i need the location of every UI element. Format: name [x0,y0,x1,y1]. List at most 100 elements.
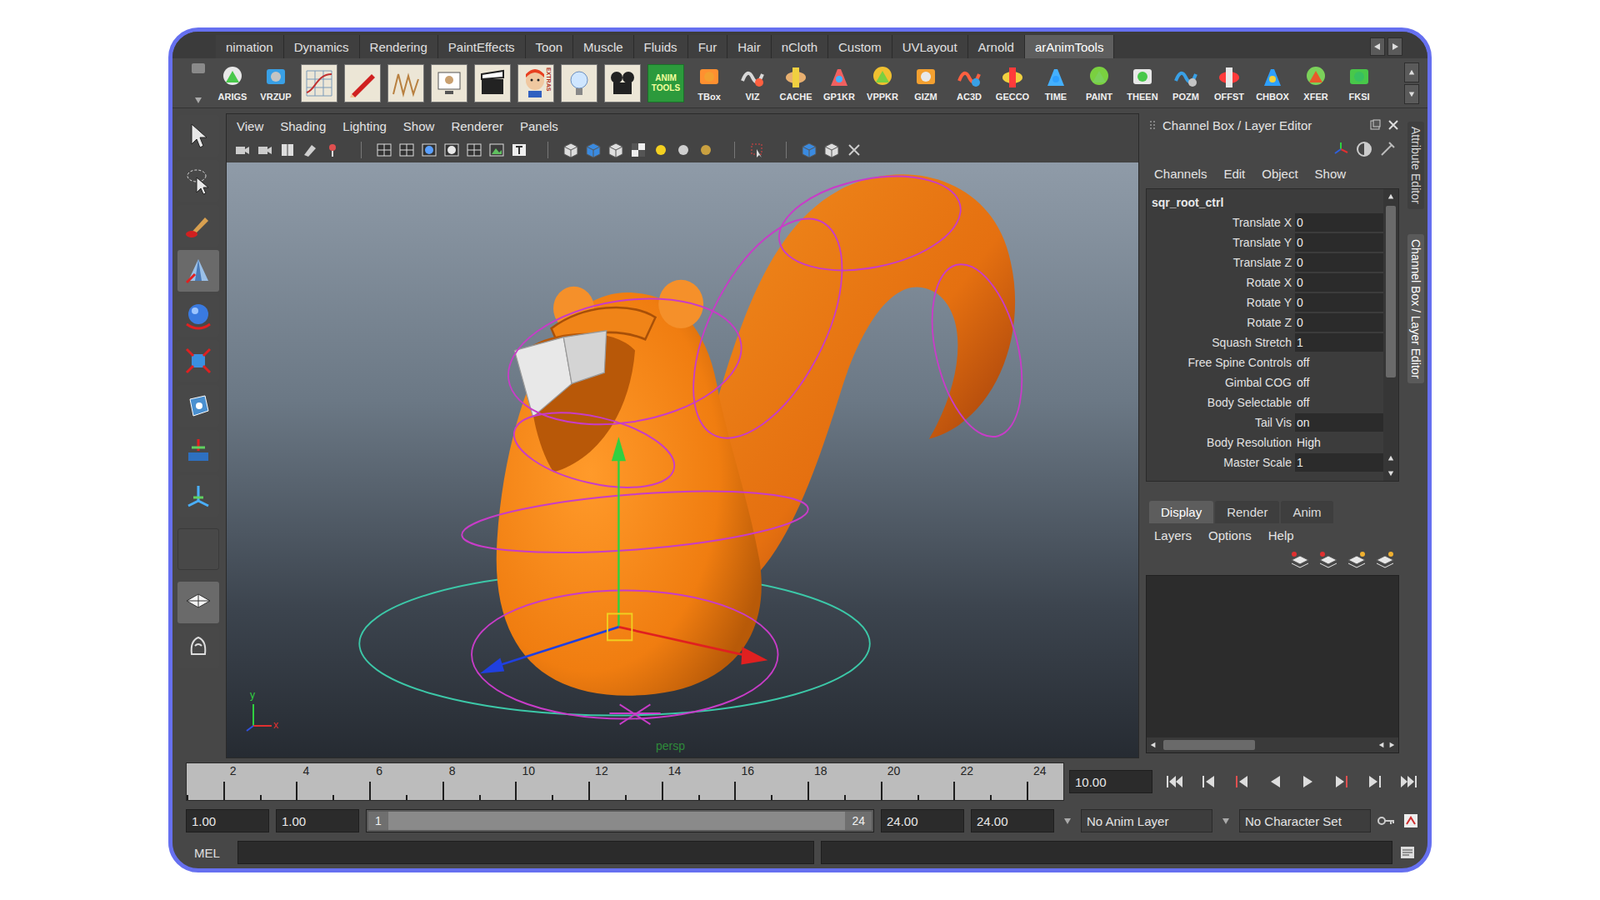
toolbar-button[interactable] [584,140,603,160]
menu-item[interactable]: Help [1268,528,1295,543]
spine-control-curves[interactable] [460,162,1038,725]
attribute-value[interactable]: on [1295,413,1384,432]
attribute-row[interactable]: Translate Z0 [1150,252,1384,273]
character-set-dropdown[interactable] [1219,816,1233,825]
attribute-row[interactable]: Body Selectableoff [1150,392,1384,413]
shelf-tab[interactable]: arAnimTools [1025,35,1115,59]
shelf-tab[interactable]: nimation [215,35,285,59]
attribute-value[interactable]: 0 [1295,253,1384,272]
tool-button[interactable] [177,340,220,382]
tab-scroll-left-button[interactable] [1370,37,1385,56]
attribute-row[interactable]: Free Spine Controlsoff [1150,352,1384,373]
shelf-scroll-down[interactable] [1404,84,1420,105]
shelf-scroll-up[interactable] [1404,62,1420,83]
prevKey-icon[interactable] [1197,772,1220,791]
attribute-row[interactable]: Translate Y0 [1150,232,1384,253]
shelf-tab[interactable]: PaintEffects [438,35,526,59]
tool-button[interactable] [177,626,220,669]
shelf-button[interactable]: GP1KR [819,60,860,107]
preferences-icon[interactable] [1402,812,1420,830]
shelf-button[interactable]: XFER [1295,60,1336,107]
start-icon[interactable] [1164,772,1186,791]
shelf-menu-icon[interactable] [190,62,206,75]
attribute-row[interactable]: Rotate X0 [1150,272,1384,293]
nextFrame-icon[interactable] [1330,772,1353,791]
attribute-row[interactable]: Body ResolutionHigh [1150,432,1384,453]
time-ticks[interactable]: 24681012141618202224 [185,762,1065,801]
shelf-button[interactable] [472,60,513,107]
shelf-button[interactable]: OFFST [1209,60,1250,107]
toolbar-button[interactable] [465,140,484,160]
script-editor-icon[interactable] [1399,844,1416,861]
vertical-scrollbar[interactable] [1383,189,1399,481]
shelf-button[interactable]: GIZM [905,60,946,107]
shelf-button[interactable] [602,60,643,107]
shelf-button[interactable]: CHBOX [1252,60,1293,107]
attribute-value[interactable]: 0 [1295,233,1384,252]
menu-item[interactable]: Channels [1154,166,1207,181]
key-icon[interactable] [1377,815,1396,827]
attribute-value[interactable]: 0 [1295,273,1384,292]
tool-button[interactable] [177,528,220,570]
attribute-row[interactable]: Master Scale1 [1150,452,1384,473]
menu-item[interactable]: Renderer [450,119,504,134]
menu-item[interactable]: Object [1261,166,1298,181]
toolbar-button[interactable] [375,140,394,160]
scroll-up[interactable] [1385,190,1396,203]
toolbar-button[interactable] [300,140,320,160]
shelf-button[interactable]: TBox [689,60,730,107]
squirrel-character[interactable] [226,162,1139,758]
tool-button[interactable] [177,385,220,427]
shelf-tab[interactable]: Rendering [360,35,439,59]
menu-item[interactable]: View [236,119,264,134]
attribute-row[interactable]: Squash Stretch1 [1150,332,1384,353]
tool-button[interactable] [177,115,220,157]
range-start-handle[interactable]: 1 [368,811,389,830]
tool-button[interactable] [177,250,220,292]
toolbar-button[interactable] [420,140,439,160]
current-time-field[interactable]: 10.00 [1069,770,1153,794]
shelf-tab[interactable]: Muscle [573,35,635,59]
menu-item[interactable]: Edit [1223,166,1245,181]
shelf-button[interactable]: POZM [1165,60,1206,107]
menu-item[interactable]: Shading [280,119,326,134]
speed-icon[interactable] [1355,140,1373,158]
shelf-button[interactable] [299,60,340,107]
horizontal-scrollbar[interactable] [1146,737,1399,753]
attribute-value[interactable]: off [1295,393,1384,412]
menu-item[interactable]: Options [1208,528,1252,543]
shelf-button[interactable]: EXTRAS [515,60,556,107]
shelf-button[interactable]: THEEN [1122,60,1163,107]
move-manipulator[interactable] [480,436,768,674]
close-icon[interactable] [1387,119,1400,131]
tab-scroll-right-button[interactable] [1387,37,1403,56]
toolbar-button[interactable] [255,140,275,160]
shelf-button[interactable]: VPPKR [862,60,903,107]
scroll-up[interactable] [1385,452,1396,465]
toolbar-button[interactable] [822,140,841,160]
toolbar-button[interactable] [651,140,670,160]
tool-button[interactable] [177,581,220,624]
scroll-down[interactable] [1385,467,1396,480]
tool-button[interactable] [177,475,220,517]
attribute-value[interactable]: 0 [1295,293,1384,312]
shelf-button[interactable]: VRZUP [255,60,296,107]
playFwd-icon[interactable] [1297,772,1320,791]
toolbar-button[interactable] [606,140,625,160]
toolbar-button[interactable] [233,140,252,160]
toolbar-button[interactable] [674,140,693,160]
shelf-tab[interactable]: UVLayout [892,35,969,59]
toolbar-button[interactable] [487,140,506,160]
range-bar[interactable]: 124 [365,809,875,833]
attribute-value[interactable]: 0 [1295,213,1384,232]
shelf-button[interactable]: PAINT [1079,60,1120,107]
end-time-field[interactable]: 24.00 [970,809,1055,833]
layer-tab[interactable]: Display [1149,500,1214,524]
attribute-value[interactable]: 1 [1295,333,1384,352]
layer-tab[interactable]: Anim [1280,500,1333,524]
layer-action-icon[interactable] [1289,550,1311,569]
shelf-tab[interactable]: Fluids [634,35,689,59]
side-tab[interactable]: Attribute Editor [1407,121,1425,210]
layer-action-icon[interactable] [1345,550,1368,569]
shelf-tab[interactable]: Dynamics [284,35,360,59]
